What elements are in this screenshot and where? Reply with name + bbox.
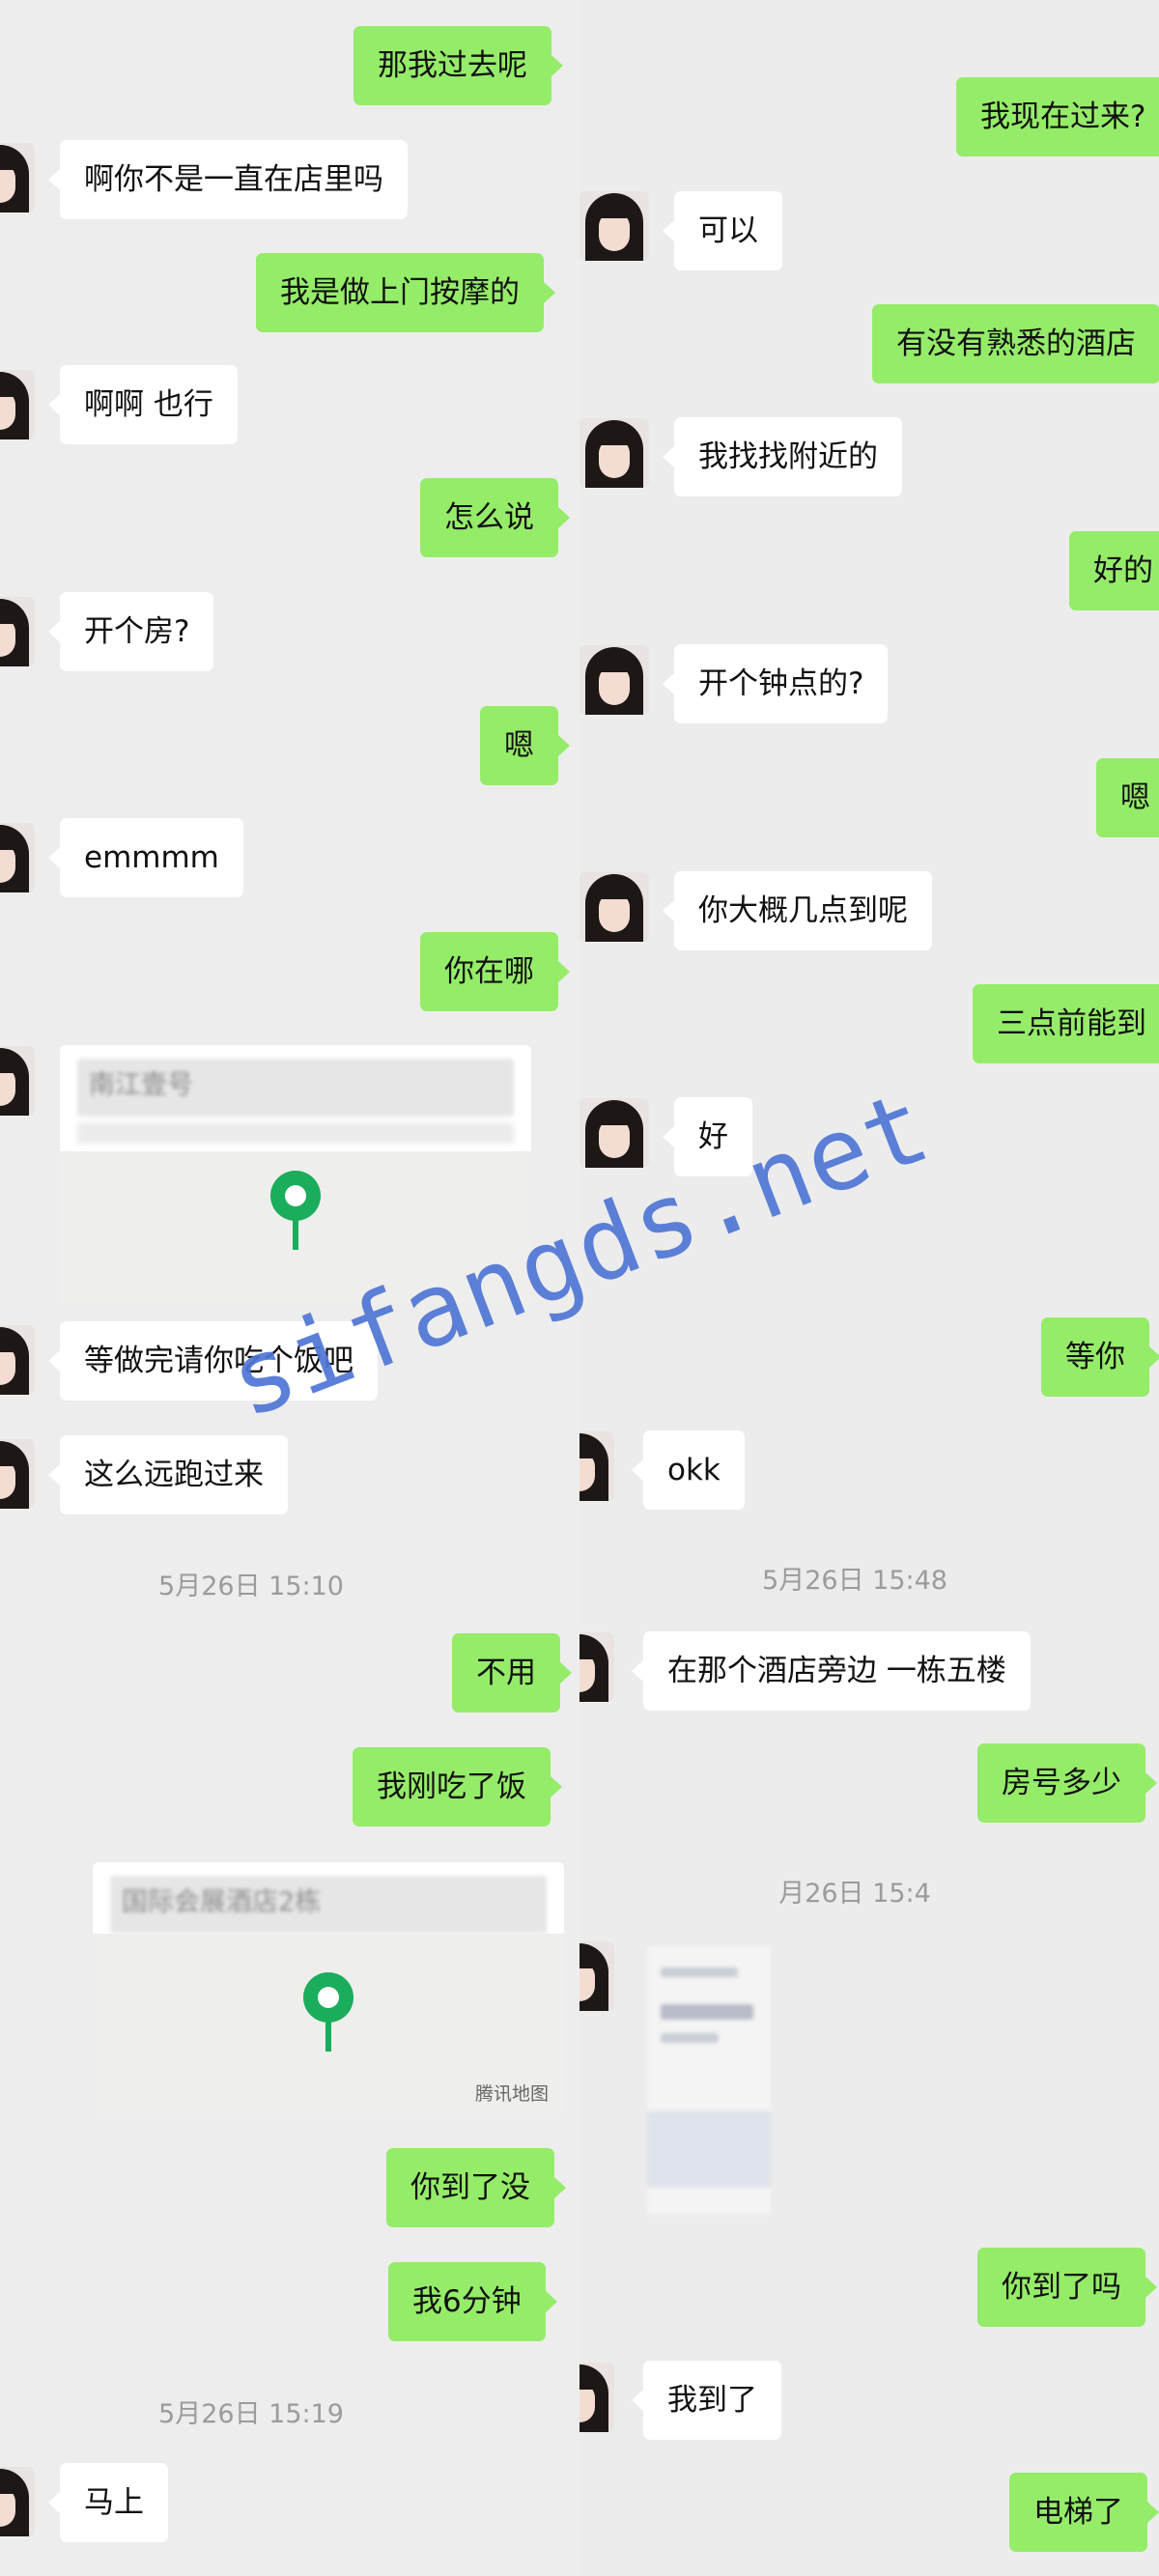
message-bubble-received[interactable]: 开个房? (47, 592, 214, 671)
contact-avatar[interactable] (580, 872, 649, 942)
message-bubble-sent[interactable]: 我现在过来? (956, 77, 1159, 156)
map-provider-label: 腾讯地图 (474, 2083, 549, 2105)
contact-avatar[interactable] (0, 2467, 35, 2536)
chat-panel-right: 我现在过来? 可以 有没有熟悉的酒店 我找找附近的 好的 开个钟点的? 嗯 你大… (580, 0, 1159, 2576)
map-preview: 腾讯地图 (93, 1934, 564, 2117)
message-bubble-received[interactable]: 你大概几点到呢 (663, 871, 932, 950)
message-bubble-sent[interactable]: 我6分钟 (388, 2262, 557, 2341)
timestamp: 5月26日 15:48 (762, 1566, 947, 1596)
contact-avatar[interactable] (580, 2363, 614, 2432)
timestamp: 5月26日 15:10 (158, 1571, 344, 1601)
message-bubble-received[interactable]: 马上 (48, 2463, 168, 2542)
message-bubble-sent[interactable]: 你到了没 (386, 2148, 566, 2227)
contact-avatar[interactable] (0, 1325, 35, 1395)
map-pin-icon (303, 1972, 353, 2052)
message-bubble-sent[interactable]: 那我过去呢 (353, 26, 563, 105)
message-bubble-received[interactable]: 这么远跑过来 (48, 1435, 288, 1514)
location-address (77, 1122, 514, 1144)
location-card[interactable]: 国际会展酒店2栋 腾讯地图 (93, 1862, 564, 2117)
message-bubble-received[interactable]: emmmm (48, 818, 243, 897)
message-bubble-sent[interactable]: 你在哪 (420, 932, 570, 1011)
message-bubble-sent[interactable]: 等你 (1041, 1317, 1159, 1397)
message-bubble-sent[interactable]: 嗯 (480, 706, 570, 785)
map-pin-icon (270, 1171, 321, 1250)
message-bubble-sent[interactable]: 嗯 (1096, 758, 1159, 837)
contact-avatar[interactable] (580, 1632, 614, 1702)
message-bubble-received[interactable]: 我到了 (632, 2361, 781, 2440)
message-bubble-sent[interactable]: 不用 (452, 1633, 572, 1713)
message-bubble-sent[interactable]: 房号多少 (977, 1743, 1157, 1823)
message-bubble-sent[interactable]: 怎么说 (420, 478, 570, 557)
message-bubble-sent[interactable]: 电梯了 (1009, 2473, 1159, 2552)
message-bubble-received[interactable]: okk (632, 1430, 745, 1510)
contact-avatar[interactable] (0, 143, 35, 212)
message-bubble-received[interactable]: 我找找附近的 (663, 417, 902, 496)
timestamp: 5月26日 15:19 (158, 2399, 344, 2429)
contact-avatar[interactable] (0, 597, 35, 666)
location-title: 南江壹号 (77, 1059, 514, 1117)
contact-avatar[interactable] (580, 1941, 614, 2011)
message-bubble-received[interactable]: 啊啊 也行 (48, 365, 238, 444)
contact-avatar[interactable] (580, 191, 649, 261)
contact-avatar[interactable] (0, 823, 35, 892)
contact-avatar[interactable] (580, 1431, 614, 1501)
message-bubble-sent[interactable]: 三点前能到 (973, 984, 1159, 1063)
contact-avatar[interactable] (0, 370, 35, 439)
message-bubble-sent[interactable]: 我刚吃了饭 (353, 1747, 562, 1826)
message-bubble-received[interactable]: 开个钟点的? (662, 644, 889, 723)
message-bubble-sent[interactable]: 好的 (1069, 531, 1159, 610)
contact-avatar[interactable] (580, 418, 649, 488)
contact-avatar[interactable] (0, 1439, 35, 1509)
message-bubble-received[interactable]: 可以 (663, 191, 782, 270)
message-bubble-received[interactable]: 啊你不是一直在店里吗 (48, 140, 408, 219)
image-attachment[interactable] (647, 1946, 771, 2215)
contact-avatar[interactable] (580, 1098, 649, 1168)
location-title: 国际会展酒店2栋 (110, 1876, 547, 1934)
message-bubble-sent[interactable]: 有没有熟悉的酒店 (872, 304, 1159, 383)
contact-avatar[interactable] (580, 645, 649, 715)
message-bubble-sent[interactable]: 你到了吗 (977, 2248, 1157, 2327)
message-bubble-sent[interactable]: 我是做上门按摩的 (256, 253, 555, 332)
contact-avatar[interactable] (0, 1046, 35, 1116)
timestamp: 月26日 15:4 (778, 1879, 931, 1909)
message-bubble-received[interactable]: 在那个酒店旁边 一栋五楼 (632, 1631, 1031, 1711)
